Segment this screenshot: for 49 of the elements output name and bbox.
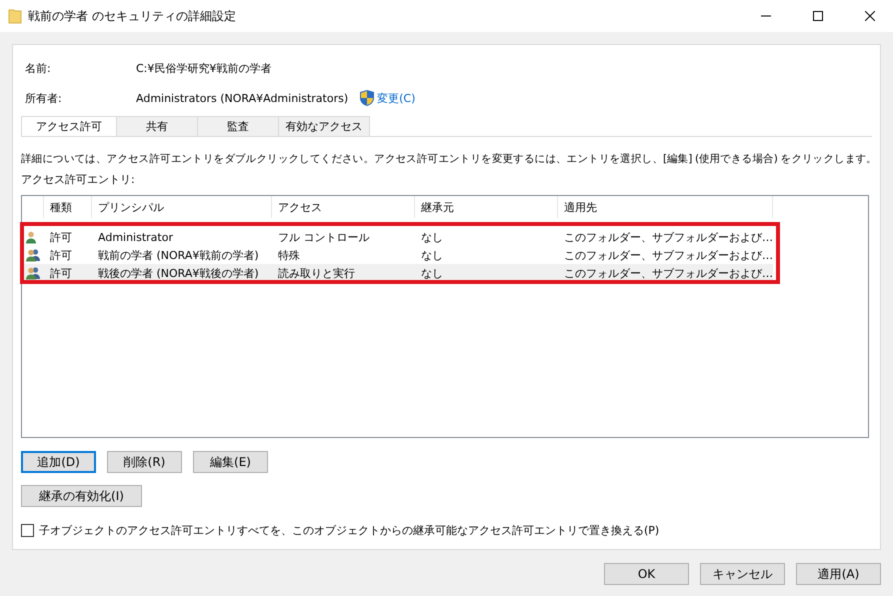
tab[interactable]: 共有 <box>116 116 198 136</box>
dialog-button[interactable]: OK <box>604 563 689 585</box>
table-cell-text: なし <box>420 230 444 244</box>
table-cell-text: このフォルダー、サブフォルダーおよび… <box>563 248 773 262</box>
dialog-button[interactable]: 適用(A) <box>796 563 881 585</box>
maximize-icon <box>813 11 823 21</box>
enable-inheritance-button[interactable]: 継承の有効化(I) <box>21 485 142 507</box>
permission-row[interactable]: 許可 Administrator フル コントロール なし このフォルダー、サブフォルダーおよび… <box>22 228 773 246</box>
table-cell-text: このフォルダー、サブフォルダーおよび… <box>563 266 773 280</box>
name-label: 名前: <box>25 60 52 76</box>
table-cell-text: 読み取りと実行 <box>277 266 356 280</box>
column-header[interactable]: 適用先 <box>558 196 773 218</box>
table-cell-text: フル コントロール <box>277 230 370 244</box>
table-cell-text: 許可 <box>49 248 73 262</box>
column-header[interactable]: 継承元 <box>415 196 558 218</box>
entry-button[interactable]: 削除(R) <box>107 451 182 473</box>
table-cell-text: 特殊 <box>277 248 301 262</box>
shield-icon <box>360 90 374 106</box>
path-text: C:¥民俗学研究¥戦前の学者 <box>136 60 272 76</box>
column-header[interactable]: アクセス <box>272 196 415 218</box>
user-group-icon <box>26 266 40 280</box>
instruction-text: 詳細については、アクセス許可エントリをダブルクリックしてください。アクセス許可エントリを変更するには、エントリを選択し、[編集] (使用できる場合) をクリックします。 <box>21 152 877 167</box>
table-cell-text: Administrator <box>97 230 174 244</box>
checkbox-label: 子オブジェクトのアクセス許可エントリすべてを、このオブジェクトからの継承可能なアクセス許可エントリで置き換える(P) <box>39 523 660 538</box>
table-cell-text: 許可 <box>49 266 73 280</box>
entry-button[interactable]: 編集(E) <box>193 451 268 473</box>
owner-label: 所有者: <box>25 90 63 106</box>
close-icon <box>865 11 875 21</box>
entry-button[interactable]: 追加(D) <box>21 451 96 473</box>
table-cell-text: このフォルダー、サブフォルダーおよび… <box>563 230 773 244</box>
entries-label: アクセス許可エントリ: <box>21 172 135 188</box>
tab[interactable]: 監査 <box>197 116 279 136</box>
table-cell-text: なし <box>420 248 444 262</box>
tab[interactable]: アクセス許可 <box>21 116 117 136</box>
table-cell-text: 戦前の学者 (NORA¥戦前の学者) <box>97 248 260 262</box>
window-title: 戦前の学者 のセキュリティの詳細設定 <box>28 8 237 24</box>
column-header[interactable]: プリンシパル <box>92 196 272 218</box>
table-cell-text: 戦後の学者 (NORA¥戦後の学者) <box>97 266 260 280</box>
column-header[interactable]: 種類 <box>44 196 92 218</box>
table-cell-text: なし <box>420 266 444 280</box>
checkbox[interactable] <box>21 524 34 537</box>
change-owner-link[interactable]: 変更(C) <box>377 90 416 106</box>
table-cell-text: 許可 <box>49 230 73 244</box>
user-group-icon <box>26 248 40 262</box>
permission-row[interactable]: 許可 戦前の学者 (NORA¥戦前の学者) 特殊 なし このフォルダー、サブフォルダーおよび… <box>22 246 773 264</box>
owner-text: Administrators (NORA¥Administrators) <box>136 92 348 104</box>
dialog-button[interactable]: キャンセル <box>700 563 785 585</box>
tab[interactable]: 有効なアクセス <box>278 116 370 136</box>
folder-icon <box>8 8 22 24</box>
